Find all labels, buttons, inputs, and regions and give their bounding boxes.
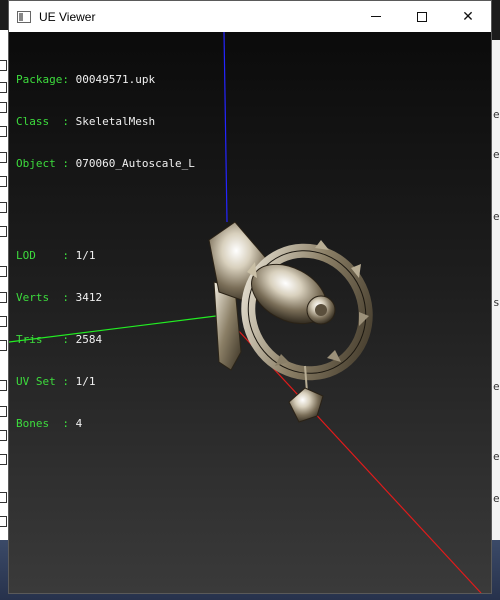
background-bracket <box>0 226 7 237</box>
background-window-right: e e e s e e e <box>492 40 500 540</box>
info-gap <box>16 199 195 221</box>
info-row-verts: Verts : 3412 <box>16 291 195 305</box>
background-bracket <box>0 492 7 503</box>
background-glyph: s <box>493 296 500 309</box>
info-label: Verts <box>16 291 63 304</box>
mesh-info-overlay: Package: 00049571.upk Class : SkeletalMe… <box>16 45 195 459</box>
axis-z <box>223 32 228 223</box>
window-controls: ✕ <box>353 1 491 32</box>
background-bracket <box>0 152 7 163</box>
background-glyph: e <box>493 450 500 463</box>
background-bracket <box>0 82 7 93</box>
info-value: 4 <box>75 417 83 430</box>
background-bracket <box>0 292 7 303</box>
background-glyph: e <box>493 210 500 223</box>
maximize-button[interactable] <box>399 1 445 32</box>
info-label: LOD <box>16 249 63 262</box>
background-bracket <box>0 176 7 187</box>
info-value: 2584 <box>75 333 103 346</box>
info-separator: : <box>62 375 76 388</box>
info-separator: : <box>62 157 76 170</box>
info-label: Package <box>16 73 63 86</box>
background-glyph: e <box>493 380 500 393</box>
info-value: 1/1 <box>75 249 96 262</box>
background-bracket <box>0 454 7 465</box>
info-separator: : <box>62 115 76 128</box>
window-title: UE Viewer <box>39 9 96 24</box>
info-label: UV Set <box>16 375 63 388</box>
close-icon: ✕ <box>462 8 474 25</box>
background-glyph: e <box>493 108 500 121</box>
maximize-icon <box>417 11 427 22</box>
info-value: 1/1 <box>75 375 96 388</box>
background-bracket <box>0 380 7 391</box>
info-label: Object <box>16 157 63 170</box>
info-row-class: Class : SkeletalMesh <box>16 115 195 129</box>
background-bracket <box>0 316 7 327</box>
background-bracket <box>0 430 7 441</box>
info-separator: : <box>62 249 76 262</box>
info-value: 00049571.upk <box>75 73 156 86</box>
minimize-icon <box>371 16 381 17</box>
background-bracket <box>0 202 7 213</box>
background-glyph: e <box>493 492 500 505</box>
info-row-uvset: UV Set : 1/1 <box>16 375 195 389</box>
info-value: 3412 <box>75 291 103 304</box>
close-button[interactable]: ✕ <box>445 1 491 32</box>
ue-viewer-window: UE Viewer ✕ Package: 00049571.upk Class … <box>8 0 492 594</box>
title-bar[interactable]: UE Viewer ✕ <box>9 1 491 32</box>
info-value: SkeletalMesh <box>75 115 156 128</box>
info-value: 070060_Autoscale_L <box>75 157 195 170</box>
info-row-object: Object : 070060_Autoscale_L <box>16 157 195 171</box>
background-bracket <box>0 60 7 71</box>
mesh-model <box>208 221 373 423</box>
info-row-tris: Tris : 2584 <box>16 333 195 347</box>
info-label: Tris <box>16 333 63 346</box>
info-row-bones: Bones : 4 <box>16 417 195 431</box>
background-bracket <box>0 340 7 351</box>
background-bracket <box>0 126 7 137</box>
background-bracket <box>0 516 7 527</box>
background-bracket <box>0 266 7 277</box>
info-separator: : <box>62 73 76 86</box>
3d-viewport[interactable]: Package: 00049571.upk Class : SkeletalMe… <box>9 32 491 593</box>
info-label: Class <box>16 115 63 128</box>
minimize-button[interactable] <box>353 1 399 32</box>
background-glyph: e <box>493 148 500 161</box>
info-separator: : <box>62 291 76 304</box>
background-bracket <box>0 406 7 417</box>
app-icon[interactable] <box>17 10 31 23</box>
info-separator: : <box>62 333 76 346</box>
info-row-package: Package: 00049571.upk <box>16 73 195 87</box>
background-bracket <box>0 102 7 113</box>
info-separator: : <box>62 417 76 430</box>
info-row-lod: LOD : 1/1 <box>16 249 195 263</box>
info-label: Bones <box>16 417 63 430</box>
